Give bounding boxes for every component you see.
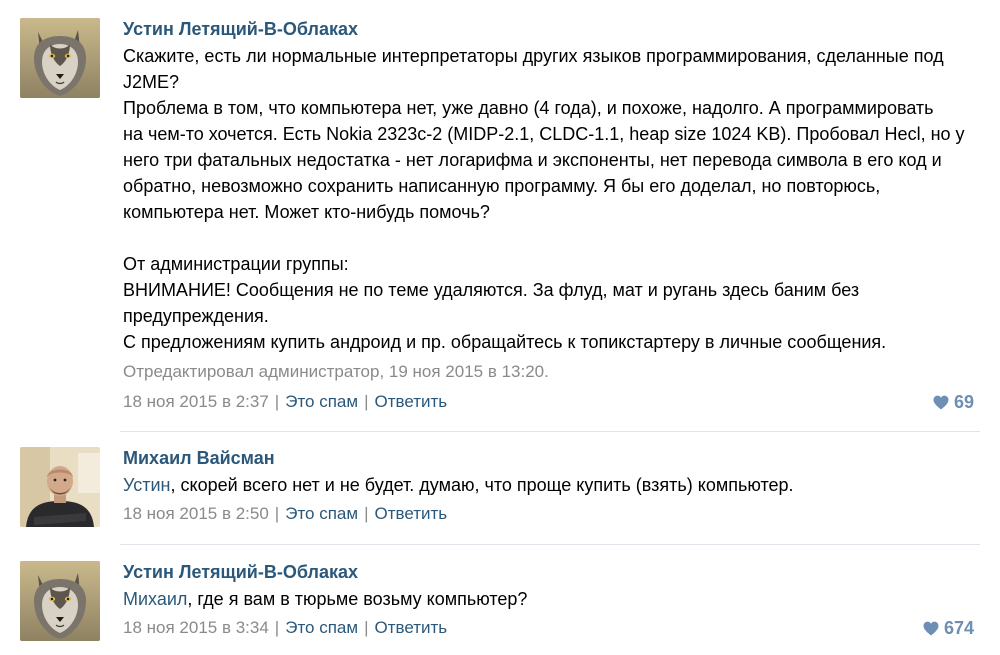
- comment-line: на чем-то хочется. Есть Nokia 2323c-2 (M…: [123, 124, 965, 144]
- mention-link[interactable]: Устин: [123, 475, 170, 495]
- comment-post: Михаил Вайсман Устин, скорей всего нет и…: [20, 447, 980, 545]
- comment-line: Проблема в том, что компьютера нет, уже …: [123, 98, 934, 118]
- comment-post: Устин Летящий-В-Облаках Скажите, есть ли…: [20, 18, 980, 432]
- comment-author[interactable]: Устин Летящий-В-Облаках: [123, 18, 980, 40]
- wolf-avatar-image: [20, 561, 100, 641]
- meta-separator: |: [364, 392, 369, 411]
- like-count: 674: [943, 618, 974, 638]
- comment-blank-line: [123, 225, 980, 251]
- reply-link[interactable]: Ответить: [374, 618, 447, 637]
- comment-post: Устин Летящий-В-Облаках Михаил, где я ва…: [20, 561, 980, 651]
- comment-line: ВНИМАНИЕ! Сообщения не по теме удаляются…: [123, 280, 860, 300]
- comment-text: Скажите, есть ли нормальные интерпретато…: [123, 43, 980, 355]
- comment-content: Устин Летящий-В-Облаках Михаил, где я ва…: [123, 561, 980, 639]
- comment-line: Устин, скорей всего нет и не будет. дума…: [123, 472, 980, 498]
- comment-meta: 18 ноя 2015 в 2:37 | Это спам | Ответить 69: [123, 391, 980, 413]
- comment-date[interactable]: 18 ноя 2015 в 3:34: [123, 618, 269, 637]
- meta-separator: |: [364, 618, 369, 637]
- comment-date[interactable]: 18 ноя 2015 в 2:37: [123, 392, 269, 411]
- man-avatar[interactable]: [20, 447, 100, 527]
- comment-line: Скажите, есть ли нормальные интерпретато…: [123, 46, 944, 66]
- comment-author[interactable]: Михаил Вайсман: [123, 447, 980, 469]
- comment-content: Устин Летящий-В-Облаках Скажите, есть ли…: [123, 18, 980, 413]
- comment-line: От администрации группы:: [123, 254, 349, 274]
- like-button[interactable]: 674: [923, 617, 974, 639]
- report-spam-link[interactable]: Это спам: [285, 392, 358, 411]
- like-count: 69: [953, 392, 974, 412]
- comment-content: Михаил Вайсман Устин, скорей всего нет и…: [123, 447, 980, 525]
- wolf-avatar-image: [20, 18, 100, 98]
- mention-link[interactable]: Михаил: [123, 589, 187, 609]
- wolf-avatar[interactable]: [20, 561, 100, 641]
- meta-separator: |: [274, 392, 280, 411]
- comment-author[interactable]: Устин Летящий-В-Облаках: [123, 561, 980, 583]
- heart-icon: [933, 395, 949, 410]
- comment-line: С предложениям купить андроид и пр. обра…: [123, 332, 887, 352]
- heart-icon: [923, 621, 939, 636]
- reply-link[interactable]: Ответить: [374, 392, 447, 411]
- comment-line: компьютера нет. Может кто-нибудь помочь?: [123, 202, 490, 222]
- man-avatar-image: [20, 447, 100, 527]
- comment-text: Устин, скорей всего нет и не будет. дума…: [123, 472, 980, 498]
- meta-separator: |: [274, 504, 280, 523]
- like-button[interactable]: 69: [933, 391, 974, 413]
- report-spam-link[interactable]: Это спам: [285, 504, 358, 523]
- comment-body: , скорей всего нет и не будет. думаю, чт…: [170, 475, 794, 495]
- comment-meta: 18 ноя 2015 в 2:50 | Это спам | Ответить: [123, 503, 980, 525]
- comment-text: Михаил, где я вам в тюрьме возьму компью…: [123, 586, 980, 612]
- comment-date[interactable]: 18 ноя 2015 в 2:50: [123, 504, 269, 523]
- comment-line: предупреждения.: [123, 306, 269, 326]
- comment-line: J2ME?: [123, 72, 180, 92]
- comment-body: , где я вам в тюрьме возьму компьютер?: [187, 589, 528, 609]
- meta-separator: |: [364, 504, 369, 523]
- comment-line: Михаил, где я вам в тюрьме возьму компью…: [123, 586, 980, 612]
- comment-line: него три фатальных недостатка - нет лога…: [123, 150, 942, 170]
- report-spam-link[interactable]: Это спам: [285, 618, 358, 637]
- reply-link[interactable]: Ответить: [374, 504, 447, 523]
- edited-note: Отредактировал администратор, 19 ноя 201…: [123, 362, 549, 381]
- comment-meta: 18 ноя 2015 в 3:34 | Это спам | Ответить 674: [123, 617, 980, 639]
- meta-separator: |: [274, 618, 280, 637]
- comment-line: обратно, невозможно сохранить написанную…: [123, 176, 881, 196]
- wolf-avatar[interactable]: [20, 18, 100, 98]
